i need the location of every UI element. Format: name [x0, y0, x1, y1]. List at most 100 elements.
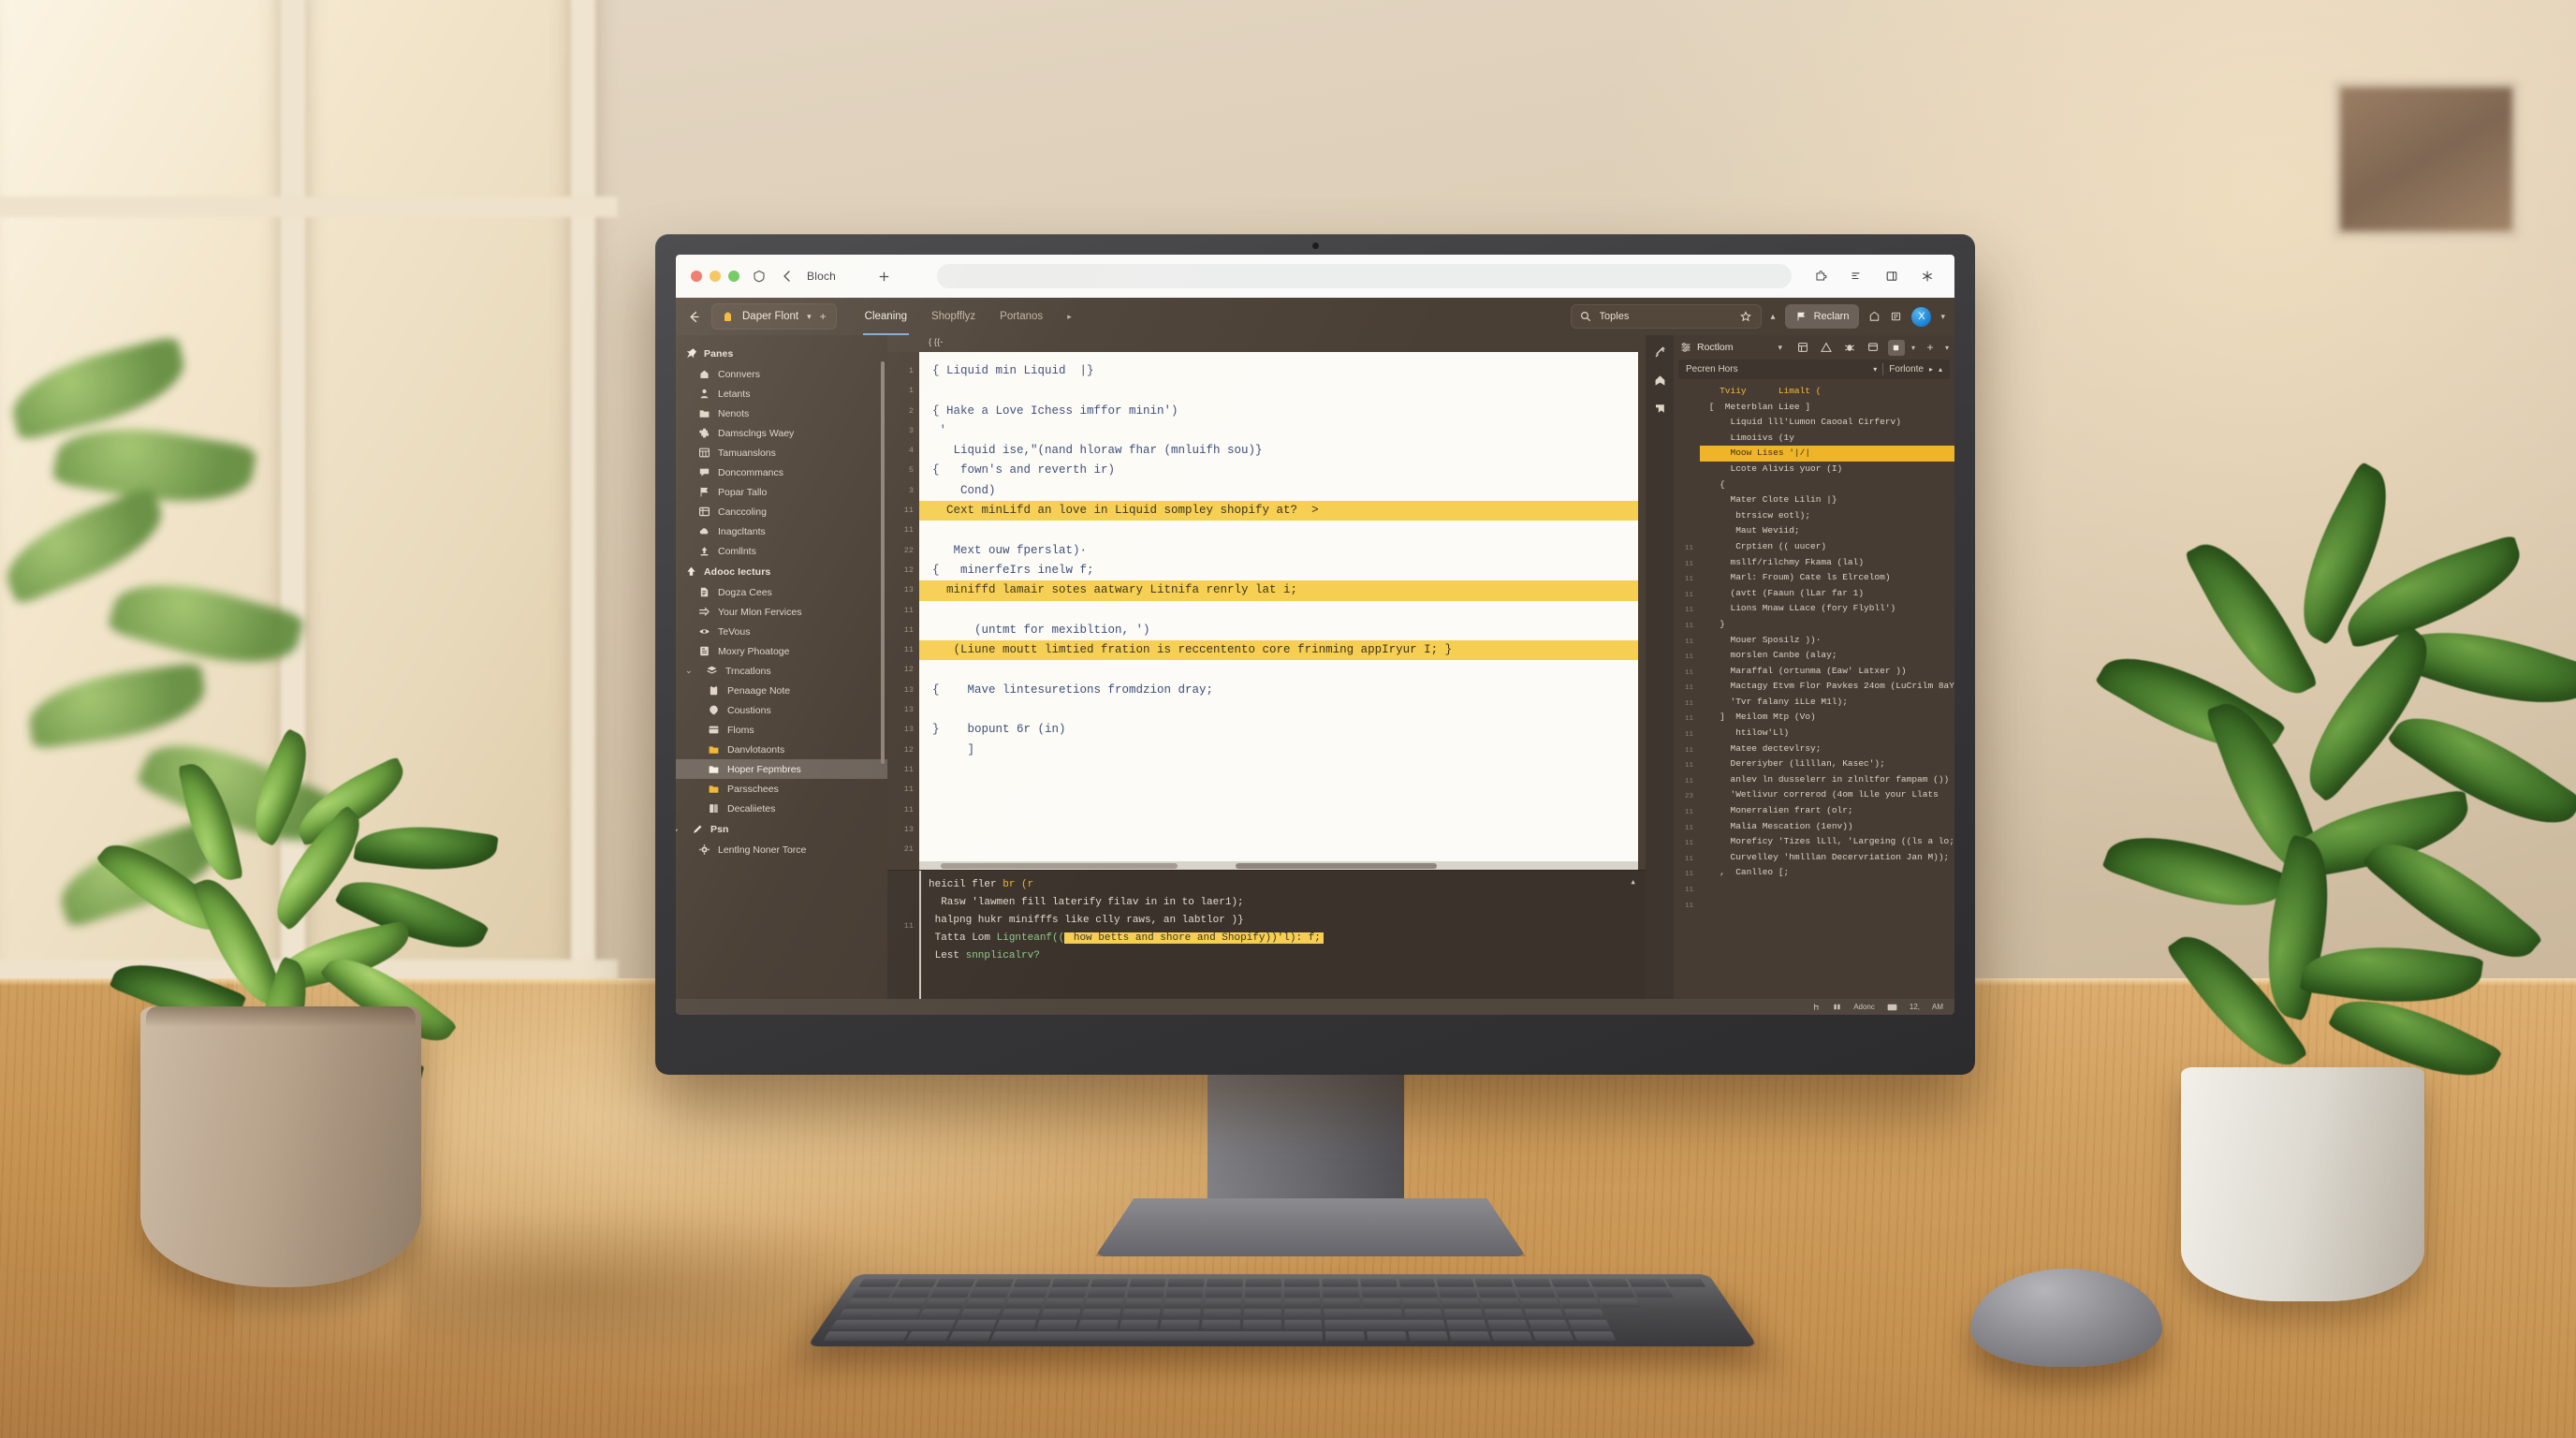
downloads-icon[interactable] [1848, 268, 1865, 285]
right-panel-line[interactable]: htilow'Ll) [1700, 726, 1954, 741]
code-line[interactable] [919, 660, 1638, 680]
right-panel-line[interactable]: Monerralien frart (olr; [1700, 803, 1954, 819]
right-panel-sub-left[interactable]: Pecren Hors [1686, 364, 1867, 374]
code-line[interactable]: (untmt for mexibltion, ') [919, 621, 1638, 640]
tab-shopfflyz[interactable]: Shopfflyz [929, 298, 977, 335]
plus-icon[interactable]: + [1922, 340, 1939, 356]
maximize-window-button[interactable] [728, 271, 739, 282]
sidebar-item-inagcltants[interactable]: Inagcltants [676, 521, 887, 541]
right-panel-line[interactable]: Mater Clote Lilin |} [1700, 492, 1954, 508]
right-panel-line[interactable]: Curvelley 'hmlllan Decervriation Jan M))… [1700, 850, 1954, 866]
sidebar-item-penaage-note[interactable]: Penaage Note [676, 681, 887, 700]
collapse-all-icon[interactable] [1652, 373, 1667, 388]
sidebar-item-floms[interactable]: Floms [676, 720, 887, 740]
search-input[interactable] [1599, 311, 1733, 322]
sidebar-item-parsschees[interactable]: Parsschees [676, 779, 887, 799]
sidebar-item-comllnts[interactable]: Comllnts [676, 541, 887, 561]
chevron-down-icon[interactable]: ▾ [807, 312, 812, 322]
avatar[interactable]: X [1911, 306, 1932, 327]
sidebar-item-canccoling[interactable]: Canccoling [676, 502, 887, 521]
sidebar-item-psn[interactable]: ⌄ Psn [676, 818, 887, 840]
terminal-icon[interactable] [1887, 1004, 1897, 1011]
code-line[interactable]: } bopunt 6r (in) [919, 720, 1638, 740]
right-panel-line[interactable]: Mouer Sposilz ))· [1700, 633, 1954, 649]
sidebar-item-hoper-fepmbres[interactable]: Hoper Fepmbres [676, 759, 887, 779]
editor-horizontal-scrollbar[interactable] [919, 861, 1638, 870]
code-line[interactable] [919, 601, 1638, 621]
right-panel-line[interactable]: 'Wetlivur correrod (4om lLle your Llats [1700, 787, 1954, 803]
right-panel-line[interactable]: Marl: Froum) Cate ls Elrcelom) [1700, 570, 1954, 586]
code-line[interactable]: { fown's and reverth ir) [919, 461, 1638, 480]
right-panel-chevron-down-icon[interactable]: ▾ [1778, 343, 1782, 353]
right-panel-line[interactable]: Matee dectevlrsy; [1700, 741, 1954, 757]
sidebar-item-connvers[interactable]: Connvers [676, 364, 887, 384]
star-icon[interactable] [1740, 311, 1752, 323]
right-panel-line[interactable]: Tviiy Limalt ( [1700, 384, 1954, 400]
minimize-window-button[interactable] [710, 271, 721, 282]
right-panel-line[interactable]: Maut Weviid; [1700, 523, 1954, 539]
address-bar[interactable] [937, 264, 1792, 288]
warning-icon[interactable] [1818, 340, 1835, 356]
plus-icon[interactable]: + [820, 311, 827, 322]
sidebar-item-panes[interactable]: Panes [676, 343, 887, 364]
right-panel-code[interactable]: 11 11 11 11 11 11 11 11 11 11 11 11 11 11 11 11 23 11 11 11… [1674, 382, 1954, 999]
right-panel-line[interactable]: Lions Mnaw LLace (fory Flybll') [1700, 601, 1954, 617]
right-panel-line[interactable]: Dereriyber (lilllan, Kasec'); [1700, 756, 1954, 772]
back-arrow-icon[interactable] [779, 268, 796, 285]
right-panel-line[interactable]: } [1700, 617, 1954, 633]
right-panel-line[interactable]: Maraffal (ortunma (Eaw' Latxer )) [1700, 664, 1954, 680]
sidebar-item-letants[interactable]: Letants [676, 384, 887, 404]
right-panel-line[interactable]: msllf/rilchmy Fkama (lal) [1700, 555, 1954, 571]
status-item-mode[interactable]: AM [1932, 1003, 1943, 1011]
sidebar-item-coustions[interactable]: Coustions [676, 700, 887, 720]
right-panel-line[interactable]: { [1700, 477, 1954, 493]
right-panel-line[interactable]: Mactagy Etvm Flor Pavkes 24om (LuCrilm 8… [1700, 679, 1955, 695]
right-panel-line[interactable]: [ Meterblan Liee ] [1700, 400, 1954, 416]
sidepanel-icon[interactable] [1883, 268, 1900, 285]
keyboard[interactable] [807, 1274, 1758, 1347]
avatar-chevron-down-icon[interactable]: ▾ [1940, 312, 1945, 322]
status-item-adonc[interactable]: Adonc [1853, 1003, 1875, 1011]
chevron-down-icon[interactable]: ⌄ [685, 666, 695, 676]
right-panel-sub-right[interactable]: Forlonte [1889, 364, 1924, 374]
right-panel-line[interactable]: 'Tvr falany iLLe M1l); [1700, 695, 1954, 711]
code-line[interactable]: Cond) [919, 481, 1638, 501]
status-item-position[interactable]: 12, [1910, 1003, 1920, 1011]
code-line[interactable]: { Hake a Love Ichess imffor minin') [919, 402, 1638, 421]
right-panel-line[interactable]: Moreficy 'Tizes lLll, 'Largeing ((ls a l… [1700, 834, 1954, 850]
grid-icon[interactable] [1794, 340, 1811, 356]
bookmark-icon[interactable] [1652, 401, 1667, 416]
sidebar-item-tamuanslons[interactable]: Tamuanslons [676, 443, 887, 462]
reclaim-button[interactable]: Reclarn [1784, 304, 1860, 329]
chevron-down-icon[interactable]: ⌄ [676, 824, 681, 834]
sidebar-scrollbar[interactable] [881, 361, 885, 764]
right-panel-line[interactable]: morslen Canbe (alay; [1700, 648, 1954, 664]
terminal-collapse-icon[interactable]: ▴ [1630, 875, 1636, 888]
right-panel-line[interactable]: Liquid lll'Lumon Caooal Cirferv) [1700, 415, 1954, 431]
sidebar-item-lentlng-noner-torce[interactable]: Lentlng Noner Torce [676, 840, 887, 859]
close-window-button[interactable] [691, 271, 702, 282]
code-line[interactable] [919, 521, 1638, 540]
shield-icon[interactable] [751, 268, 768, 285]
right-panel-line[interactable]: Crptien (( uucer) [1700, 539, 1954, 555]
code-line[interactable] [919, 700, 1638, 720]
sidebar-item-your-mlon-fervices[interactable]: Your Mlon Fervices [676, 602, 887, 622]
right-panel-line[interactable]: Lcote Alivis yuor (I) [1700, 462, 1954, 477]
sidebar-item-adooc-iecturs[interactable]: Adooc Iecturs [676, 561, 887, 582]
sidebar-item-nenots[interactable]: Nenots [676, 404, 887, 423]
tabs-overflow-icon[interactable]: ▸ [1065, 298, 1074, 335]
sidebar-item-decaliietes[interactable]: Decaliietes [676, 799, 887, 818]
right-panel-line[interactable]: (avtt (Faaun (lLar far 1) [1700, 586, 1954, 602]
magic-wand-icon[interactable] [1652, 345, 1667, 360]
sidebar-item-trncatlons[interactable]: ⌄ Trncatlons [676, 661, 887, 681]
code-line[interactable]: Liquid ise,"(nand hloraw fhar (mnluifh s… [919, 441, 1638, 461]
panel-more-chevron-down-icon[interactable]: ▾ [1945, 344, 1949, 352]
code-line[interactable]: ' [919, 421, 1638, 441]
scrollbar-thumb-secondary[interactable] [1235, 863, 1437, 869]
sidebar-item-moxry-phoatoge[interactable]: Moxry Phoatoge [676, 641, 887, 661]
code-editor[interactable]: { Liquid min Liquid |} { Hake a Love Ich… [919, 352, 1638, 870]
sync-icon[interactable] [1833, 1003, 1841, 1011]
branch-icon[interactable] [1812, 1003, 1821, 1011]
code-line[interactable]: { Liquid min Liquid |} [919, 361, 1638, 381]
sidebar-item-popar-tallo[interactable]: Popar Tallo [676, 482, 887, 502]
